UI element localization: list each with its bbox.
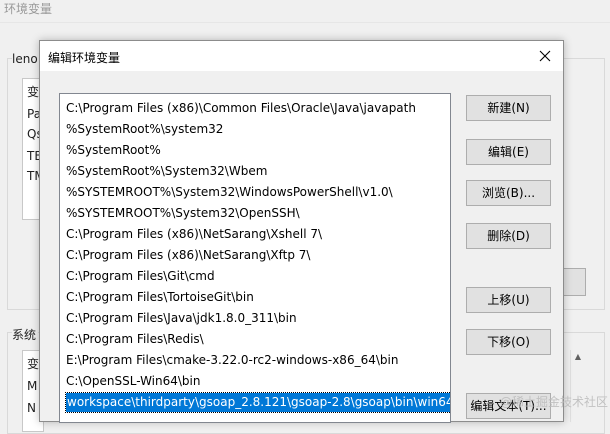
dialog-titlebar: 编辑环境变量 — [40, 41, 563, 71]
watermark: @稀土掘金技术社区 — [500, 395, 609, 409]
path-item[interactable]: %SystemRoot%\system32 — [66, 119, 223, 140]
path-item[interactable]: %SystemRoot%\System32\Wbem — [66, 161, 267, 182]
browse-button[interactable]: 浏览(B)... — [466, 180, 551, 206]
move-up-button[interactable]: 上移(U) — [466, 287, 551, 313]
system-variables-label: 系统 — [12, 326, 39, 343]
user-delete-button[interactable] — [562, 268, 586, 296]
user-variables-label: leno — [12, 52, 40, 66]
new-button[interactable]: 新建(N) — [466, 95, 551, 121]
title-divider — [0, 22, 610, 23]
path-item[interactable]: %SYSTEMROOT%\System32\OpenSSH\ — [66, 203, 300, 224]
path-item[interactable]: C:\Program Files\TortoiseGit\bin — [66, 287, 254, 308]
path-item[interactable]: C:\Program Files (x86)\Common Files\Orac… — [66, 98, 416, 119]
path-item[interactable]: C:\OpenSSL-Win64\bin — [66, 371, 200, 392]
path-item[interactable]: E:\Program Files\cmake-3.22.0-rc2-window… — [66, 350, 398, 371]
scroll-up-icon[interactable]: ▲ — [571, 350, 585, 364]
system-list-item[interactable]: M — [27, 379, 37, 393]
close-icon — [539, 50, 551, 62]
system-list-item[interactable]: N — [27, 401, 36, 415]
system-list-scrollbar[interactable]: ▲ — [570, 350, 585, 422]
path-item[interactable]: C:\Program Files (x86)\NetSarang\Xshell … — [66, 224, 322, 245]
close-button[interactable] — [527, 41, 563, 71]
path-list[interactable]: C:\Program Files (x86)\Common Files\Orac… — [59, 93, 451, 423]
edit-environment-variable-dialog: 编辑环境变量 C:\Program Files (x86)\Common Fil… — [39, 40, 564, 423]
window-title: 环境变量 — [4, 2, 53, 16]
dialog-title: 编辑环境变量 — [48, 51, 121, 65]
path-item[interactable]: %SYSTEMROOT%\System32\WindowsPowerShell\… — [66, 182, 393, 203]
path-item[interactable]: C:\Program Files\Redis\ — [66, 329, 204, 350]
system-list-header: 变 — [27, 357, 40, 371]
move-down-button[interactable]: 下移(O) — [466, 329, 551, 355]
delete-button[interactable]: 删除(D) — [466, 223, 551, 249]
path-item[interactable]: C:\Program Files\Java\jdk1.8.0_311\bin — [66, 308, 297, 329]
path-item[interactable]: C:\Program Files (x86)\NetSarang\Xftp 7\ — [66, 245, 310, 266]
edit-button[interactable]: 编辑(E) — [466, 139, 551, 165]
path-item[interactable]: %SystemRoot% — [66, 140, 161, 161]
user-list-header: 变 — [27, 85, 40, 99]
path-item-selected[interactable]: workspace\thirdparty\gsoap_2.8.121\gsoap… — [65, 392, 450, 413]
path-item[interactable]: C:\Program Files\Git\cmd — [66, 266, 215, 287]
